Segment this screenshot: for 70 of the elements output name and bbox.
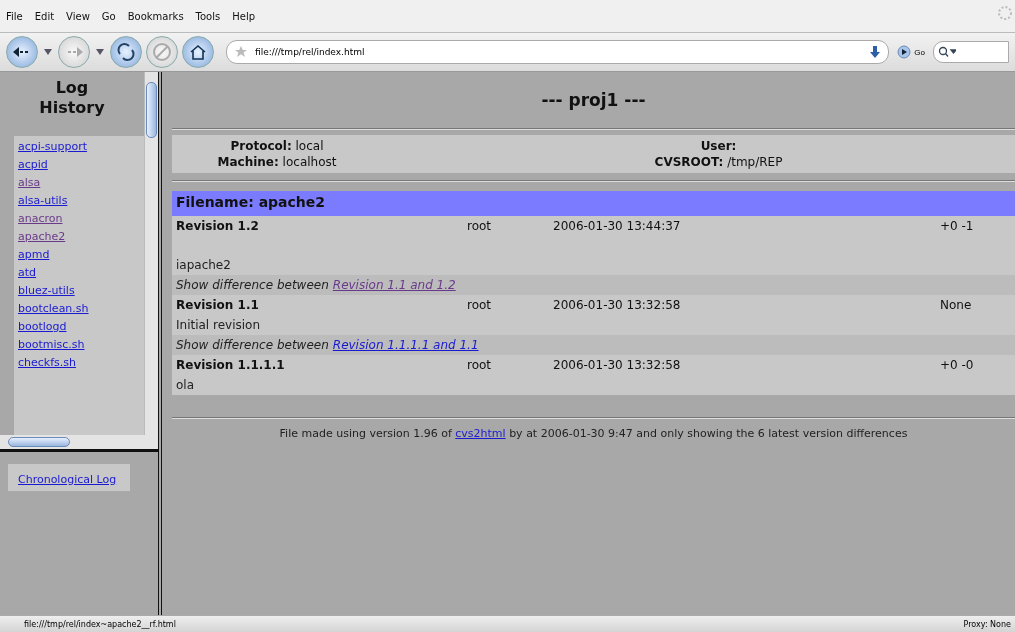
commit-message: Initial revision bbox=[172, 315, 1015, 335]
revision-name: Revision 1.2 bbox=[176, 219, 260, 233]
chronological-log-link[interactable]: Chronological Log bbox=[18, 473, 117, 486]
module-link[interactable]: anacron bbox=[18, 212, 144, 225]
back-arrow-icon bbox=[13, 47, 31, 57]
diff-link[interactable]: Revision 1.1.1.1 and 1.1 bbox=[332, 338, 479, 352]
module-link[interactable]: apache2 bbox=[18, 230, 144, 243]
module-link[interactable]: acpid bbox=[18, 158, 144, 171]
menu-item[interactable]: Go bbox=[101, 10, 116, 22]
reload-button[interactable] bbox=[110, 36, 142, 68]
author-text: root bbox=[467, 219, 493, 233]
filename-header: Filename: apache2 bbox=[172, 191, 1015, 216]
diff-link[interactable]: Revision 1.1 and 1.2 bbox=[332, 278, 456, 292]
diff-label: Show difference between bbox=[176, 338, 329, 352]
stop-icon bbox=[152, 42, 172, 62]
footer-text: File made using version 1.96 of cvs2html by at 2006-01-30 9:47 and only showing the 6 latest version differences bbox=[278, 426, 909, 442]
changes-text: +0 -1 bbox=[940, 219, 975, 233]
proxy-status: Proxy: None bbox=[963, 619, 1011, 629]
status-url: file:///tmp/rel/index~apache2__rf.html bbox=[24, 619, 176, 629]
caret-icon[interactable] bbox=[96, 49, 104, 55]
go-button[interactable]: Go bbox=[893, 45, 929, 59]
info-field: Machine: localhost bbox=[217, 155, 337, 169]
menu-item[interactable]: Bookmarks bbox=[127, 10, 184, 22]
sidebar-title: Log History bbox=[38, 77, 106, 119]
horizontal-scrollbar[interactable] bbox=[0, 435, 158, 449]
vertical-scrollbar[interactable] bbox=[144, 72, 158, 435]
commit-message: iapache2 bbox=[172, 236, 1015, 275]
menu-item[interactable]: File bbox=[6, 10, 23, 22]
date-text: 2006-01-30 13:32:58 bbox=[553, 298, 682, 312]
author-text: root bbox=[467, 298, 493, 312]
date-text: 2006-01-30 13:44:37 bbox=[553, 219, 682, 233]
commit-message: ola bbox=[172, 375, 1015, 395]
forward-arrow-icon bbox=[65, 47, 83, 57]
search-field[interactable] bbox=[933, 41, 1009, 63]
module-link[interactable]: bootlogd bbox=[18, 320, 144, 333]
home-button[interactable] bbox=[182, 36, 214, 68]
back-button[interactable] bbox=[6, 36, 38, 68]
cvs2html-link[interactable]: cvs2html bbox=[455, 427, 506, 440]
page-title: --- proj1 --- bbox=[540, 89, 647, 112]
home-icon bbox=[189, 44, 207, 60]
star-icon[interactable] bbox=[235, 46, 247, 58]
module-link[interactable]: acpi-support bbox=[18, 140, 144, 153]
reload-icon bbox=[116, 42, 136, 62]
changes-text: +0 -0 bbox=[940, 358, 975, 372]
module-link[interactable]: alsa bbox=[18, 176, 144, 189]
module-link[interactable]: apmd bbox=[18, 248, 144, 261]
revision-name: Revision 1.1 bbox=[176, 298, 260, 312]
menu-item[interactable]: Edit bbox=[34, 10, 55, 22]
url-field[interactable]: file:///tmp/rel/index.html bbox=[226, 40, 890, 64]
module-link[interactable]: bootmisc.sh bbox=[18, 338, 144, 351]
info-field: User: bbox=[700, 139, 737, 153]
module-link[interactable]: alsa-utils bbox=[18, 194, 144, 207]
menu-item[interactable]: Help bbox=[232, 10, 256, 22]
info-field: CVSROOT: /tmp/REP bbox=[654, 155, 783, 169]
down-arrow-icon[interactable] bbox=[870, 46, 881, 58]
diff-label: Show difference between bbox=[176, 278, 329, 292]
module-link[interactable]: atd bbox=[18, 266, 144, 279]
search-icon bbox=[938, 46, 956, 58]
revision-name: Revision 1.1.1.1 bbox=[176, 358, 286, 372]
module-link[interactable]: bootclean.sh bbox=[18, 302, 144, 315]
info-field: Protocol: local bbox=[230, 139, 324, 153]
date-text: 2006-01-30 13:32:58 bbox=[553, 358, 682, 372]
author-text: root bbox=[467, 358, 493, 372]
spinner-icon bbox=[997, 4, 1013, 22]
menu-item[interactable]: Tools bbox=[195, 10, 221, 22]
module-link[interactable]: bluez-utils bbox=[18, 284, 144, 297]
caret-icon[interactable] bbox=[44, 49, 52, 55]
menu-item[interactable]: View bbox=[66, 10, 90, 22]
module-link[interactable]: checkfs.sh bbox=[18, 356, 144, 369]
changes-text: None bbox=[940, 298, 973, 312]
